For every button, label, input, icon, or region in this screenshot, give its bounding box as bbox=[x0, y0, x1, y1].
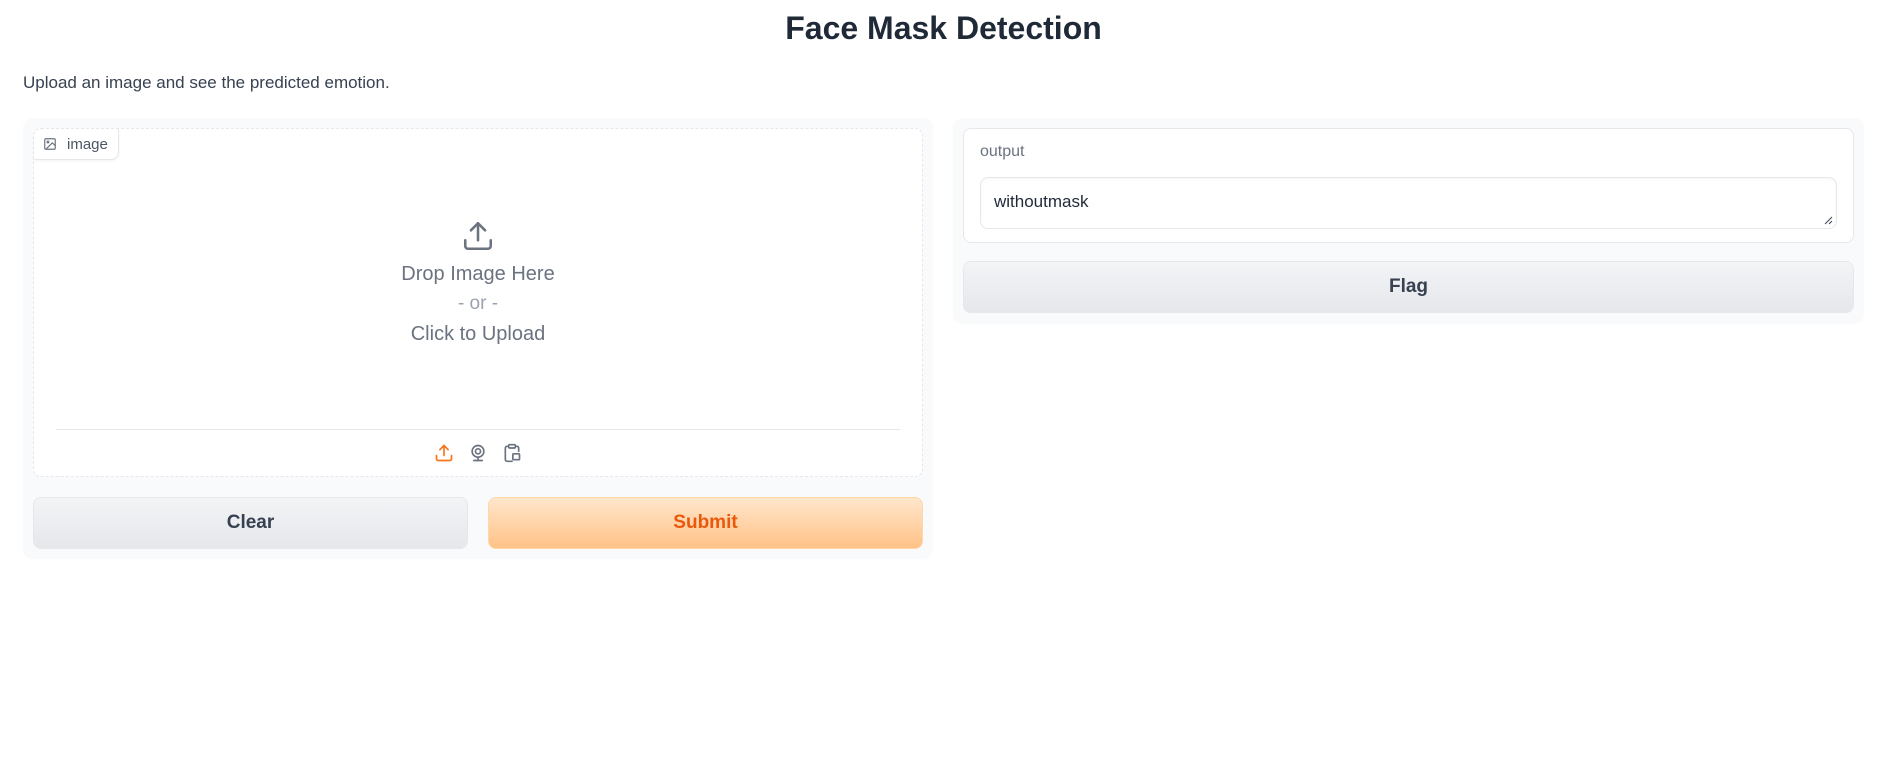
image-icon bbox=[44, 138, 56, 150]
image-label-text: image bbox=[67, 135, 108, 153]
clipboard-source-button[interactable] bbox=[501, 442, 523, 464]
output-value: withoutmask bbox=[994, 192, 1089, 211]
webcam-icon bbox=[471, 444, 485, 462]
page-description: Upload an image and see the predicted em… bbox=[23, 73, 390, 92]
drop-zone[interactable]: Drop Image Here - or - Click to Upload bbox=[34, 219, 922, 349]
clipboard-icon bbox=[504, 443, 521, 463]
or-text: - or - bbox=[457, 293, 499, 314]
page-title: Face Mask Detection bbox=[785, 10, 1102, 46]
submit-button[interactable]: Submit bbox=[488, 497, 923, 549]
output-panel: output withoutmask Flag bbox=[953, 118, 1864, 324]
webcam-source-button[interactable] bbox=[467, 442, 489, 464]
resize-handle-icon[interactable] bbox=[1823, 215, 1833, 225]
output-label: output bbox=[980, 143, 1025, 160]
source-selector bbox=[56, 429, 900, 464]
image-block-label: image bbox=[34, 129, 119, 160]
upload-icon bbox=[435, 444, 453, 462]
output-textbox[interactable]: withoutmask bbox=[980, 177, 1837, 229]
input-panel: image Drop Image Here - or - Click to Up… bbox=[23, 118, 933, 559]
flag-button[interactable]: Flag bbox=[963, 261, 1854, 313]
output-block: output withoutmask bbox=[963, 128, 1854, 243]
upload-source-button[interactable] bbox=[433, 442, 455, 464]
upload-icon bbox=[463, 221, 493, 251]
drop-image-text: Drop Image Here bbox=[401, 263, 555, 285]
clear-button[interactable]: Clear bbox=[33, 497, 468, 549]
image-upload-area[interactable]: image Drop Image Here - or - Click to Up… bbox=[33, 128, 923, 477]
click-to-upload-text: Click to Upload bbox=[410, 323, 546, 345]
